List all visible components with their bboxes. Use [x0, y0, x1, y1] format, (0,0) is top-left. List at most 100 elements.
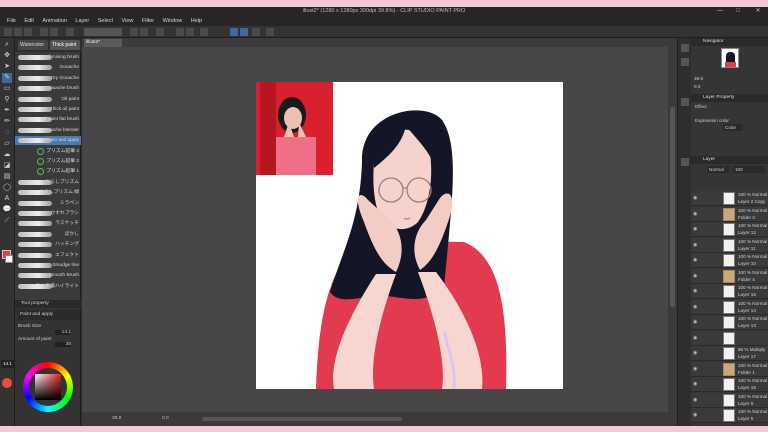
navigator-preview[interactable]: [721, 48, 739, 68]
brush-item[interactable]: ちらしプリズム: [15, 178, 81, 187]
brush-item[interactable]: ひも手書ハイライト: [15, 282, 81, 291]
eye-icon[interactable]: ◉: [693, 211, 699, 217]
menu-edit[interactable]: Edit: [24, 16, 33, 26]
maximize-button[interactable]: □: [730, 7, 746, 16]
transform-icon[interactable]: [156, 28, 164, 36]
menu-help[interactable]: Help: [191, 16, 202, 26]
eye-icon[interactable]: ◉: [693, 273, 699, 279]
figure-tool-icon[interactable]: ◯: [2, 183, 12, 193]
sub-color-swatch[interactable]: [5, 255, 13, 263]
menu-filter[interactable]: Filter: [142, 16, 154, 26]
brush-tool-icon[interactable]: ✎: [2, 73, 12, 83]
vertical-scrollbar[interactable]: [668, 47, 677, 412]
zoom-tool-icon[interactable]: ⌕: [2, 40, 12, 50]
eye-icon[interactable]: ◉: [693, 397, 699, 403]
subview-dock-icon[interactable]: [681, 58, 689, 66]
snap-icon[interactable]: [200, 28, 208, 36]
brush-item[interactable]: プリズム鉛筆 2: [15, 157, 81, 166]
snap-grid-icon[interactable]: [240, 28, 248, 36]
brush-item[interactable]: Oil paint flat brush: [15, 115, 81, 124]
text-tool-icon[interactable]: A: [2, 194, 12, 204]
eye-icon[interactable]: ◉: [693, 366, 699, 372]
balloon-tool-icon[interactable]: 💬: [2, 205, 12, 215]
brush-item[interactable]: Smooth Brush: [15, 271, 81, 280]
brush-item[interactable]: プリズム鉛筆 3: [15, 147, 81, 156]
export-icon[interactable]: [186, 28, 194, 36]
brush-item[interactable]: ぼかし: [15, 230, 81, 239]
layer-folder-row[interactable]: ◉ 100 % Normal Folder 4: [691, 268, 768, 284]
amount-value[interactable]: 35: [55, 342, 71, 347]
menu-layer[interactable]: Layer: [75, 16, 89, 26]
gradient-tool-icon[interactable]: ▤: [2, 172, 12, 182]
status-angle[interactable]: 0.0: [162, 412, 169, 426]
vertical-scroll-thumb[interactable]: [670, 107, 675, 307]
horizontal-scrollbar[interactable]: [202, 417, 402, 421]
color-icon[interactable]: [2, 378, 12, 388]
redo-icon[interactable]: [50, 28, 58, 36]
save-icon[interactable]: [24, 28, 32, 36]
brush-item[interactable]: Oil mixing brush: [15, 53, 81, 62]
pencil-tool-icon[interactable]: ✏: [2, 117, 12, 127]
menu-select[interactable]: Select: [98, 16, 113, 26]
layer-row[interactable]: ◉ 100 % Normal Layer 11: [691, 237, 768, 253]
tab-thick-paint[interactable]: Thick paint: [50, 40, 80, 50]
layer-property-dock-icon[interactable]: [681, 98, 689, 106]
layer-folder-row[interactable]: ◉ 100 % Normal Folder 1: [691, 361, 768, 377]
blend-mode-select[interactable]: Normal: [707, 166, 729, 173]
blend-tool-icon[interactable]: ☁: [2, 150, 12, 160]
eye-icon[interactable]: ◉: [693, 288, 699, 294]
eye-icon[interactable]: ◉: [693, 195, 699, 201]
saturation-square[interactable]: [35, 374, 61, 400]
expression-color-select[interactable]: Color: [723, 124, 743, 131]
layer-row[interactable]: ◉ 100 % Normal Layer 15: [691, 284, 768, 299]
eye-icon[interactable]: ◉: [693, 242, 699, 248]
eye-icon[interactable]: ◉: [693, 304, 699, 310]
layer-row[interactable]: ◉: [691, 330, 768, 346]
eye-icon[interactable]: ◉: [693, 257, 699, 263]
tab-illust2[interactable]: illust2*: [84, 39, 122, 47]
pen-tool-icon[interactable]: ✒: [2, 106, 12, 116]
layer-row[interactable]: ◉ 100 % Normal Layer 12: [691, 222, 768, 237]
status-zoom[interactable]: 39.8: [112, 412, 121, 426]
layer-row[interactable]: ◉ 100 % Normal Layer 2 Copy: [691, 191, 768, 206]
brush-item[interactable]: Gouache brush: [15, 84, 81, 93]
brush-item[interactable]: かすれブラシ: [15, 209, 81, 218]
eye-icon[interactable]: ◉: [693, 350, 699, 356]
move-tool-icon[interactable]: ✥: [2, 51, 12, 61]
opacity-field[interactable]: 100: [733, 166, 765, 173]
brush-item[interactable]: Paint and apply: [15, 136, 81, 146]
layer-dock-icon[interactable]: [681, 158, 689, 166]
brush-item[interactable]: Gouache blender: [15, 126, 81, 135]
undo-icon[interactable]: [40, 28, 48, 36]
menu-window[interactable]: Window: [163, 16, 183, 26]
layer-row[interactable]: ◉ 100 % Normal Layer 10: [691, 253, 768, 268]
snap-ruler-icon[interactable]: [230, 28, 238, 36]
eye-icon[interactable]: ◉: [693, 412, 699, 418]
navigator-angle[interactable]: 0.0: [694, 84, 700, 89]
correct-line-tool-icon[interactable]: ⟋: [2, 216, 12, 226]
brush-item[interactable]: ラスケッチ: [15, 219, 81, 228]
brush-item[interactable]: Smudge line: [15, 261, 81, 270]
fill-tool-icon[interactable]: ◪: [2, 161, 12, 171]
layer-folder-row[interactable]: ◉ 100 % Normal Folder 3: [691, 206, 768, 222]
layer-row[interactable]: ◉ 100 % Normal Layer 14: [691, 299, 768, 315]
navigator-zoom[interactable]: 39.8: [694, 76, 703, 81]
brush-item[interactable]: プリズム鉛筆 1: [15, 167, 81, 176]
new-file-icon[interactable]: [4, 28, 12, 36]
close-button[interactable]: ✕: [750, 7, 766, 16]
brush-item[interactable]: Gouache: [15, 63, 81, 72]
brush-item[interactable]: Thick oil paint: [15, 105, 81, 114]
snap-special-icon[interactable]: [252, 28, 260, 36]
brush-size-value[interactable]: 14.1: [55, 330, 71, 335]
tab-watercolor[interactable]: Watercolor: [18, 40, 48, 50]
layer-row[interactable]: ◉ 100 % Normal Layer 18: [691, 377, 768, 392]
eye-icon[interactable]: ◉: [693, 319, 699, 325]
print-icon[interactable]: [176, 28, 184, 36]
brush-item[interactable]: ミラペン: [15, 199, 81, 208]
selection-tool-icon[interactable]: ▭: [2, 84, 12, 94]
eye-icon[interactable]: ◉: [693, 381, 699, 387]
canvas-paper[interactable]: [256, 82, 563, 389]
menu-view[interactable]: View: [122, 16, 134, 26]
brush-item[interactable]: ちらしプリズム 緑: [15, 188, 81, 197]
eye-icon[interactable]: ◉: [693, 335, 699, 341]
